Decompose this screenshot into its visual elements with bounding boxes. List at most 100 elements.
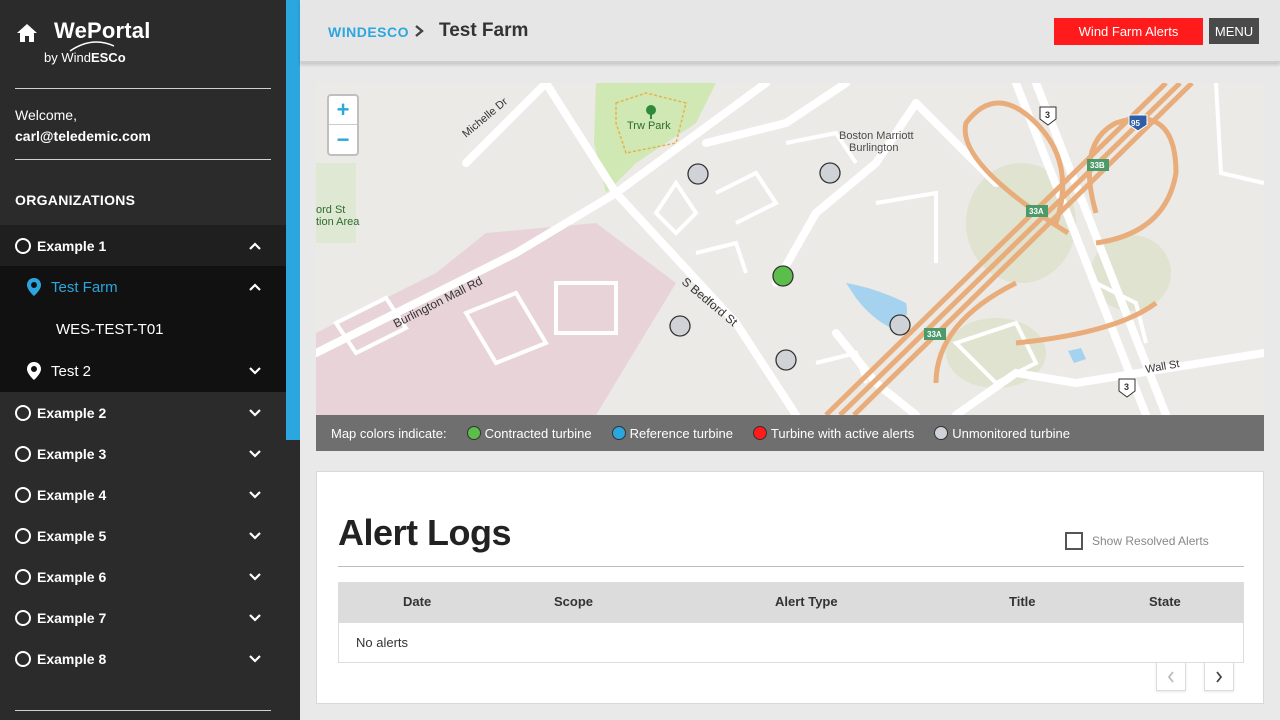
welcome-block: Welcome, carl@teledemic.com [15,105,151,147]
gray-dot-icon [934,426,949,440]
menu-button[interactable]: MENU [1209,18,1259,44]
org-circle-icon [15,650,31,667]
divider [15,88,271,89]
map[interactable]: 33B 33A 33A 3 3 95 Trw Park Boston Marri… [316,83,1264,415]
home-icon[interactable] [16,22,38,44]
alert-logs-title: Alert Logs [338,512,512,553]
sidebar: WePortal by WindESCo Welcome, carl@teled… [0,0,286,720]
legend-item-unmonitored: Unmonitored turbine [934,426,1070,441]
org-circle-icon [15,527,31,544]
org-label: Example 4 [37,486,107,503]
turbine-marker-unmonitored [669,315,691,337]
map-label-area: ord St [316,204,345,216]
chevron-down-icon[interactable] [248,406,262,420]
legend-title: Map colors indicate: [331,425,447,441]
empty-message: No alerts [356,635,409,650]
chevron-down-icon[interactable] [248,652,262,666]
map-label-hotel: Burlington [849,142,899,154]
org-item-example-3[interactable]: Example 3 [0,433,286,474]
breadcrumb-root[interactable]: WINDESCO [328,24,409,40]
organization-list: Example 1 Test Farm WES-TEST-T01 Test 2 … [0,225,286,679]
map-label-road: Michelle Dr [460,96,510,141]
map-label-area: tion Area [316,216,360,228]
show-resolved-label: Show Resolved Alerts [1092,534,1209,548]
legend-label: Reference turbine [629,425,733,441]
org-circle-icon [15,237,31,254]
turbine-label: WES-TEST-T01 [56,320,164,338]
blue-dot-icon [611,426,626,440]
logo-arc-icon [69,41,115,52]
map-label-hotel: Boston Marriott [839,130,914,142]
organizations-heading: ORGANIZATIONS [15,192,136,208]
chevron-down-icon[interactable] [248,447,262,461]
next-page-button[interactable] [1204,662,1234,691]
wind-farm-alerts-button[interactable]: Wind Farm Alerts [1054,18,1203,45]
turbine-marker-contracted [772,265,794,287]
map-legend: Map colors indicate: Contracted turbine … [316,415,1264,451]
map-pin-icon [27,362,41,380]
map-label-park: Trw Park [627,120,671,132]
top-header: WINDESCO Test Farm Wind Farm Alerts MENU [300,0,1280,63]
turbine-marker-unmonitored [775,349,797,371]
legend-label: Contracted turbine [484,425,592,441]
zoom-out-button[interactable]: − [329,125,357,154]
green-dot-icon [466,426,481,440]
previous-page-button[interactable] [1156,662,1186,691]
show-resolved-toggle[interactable]: Show Resolved Alerts [1065,532,1209,550]
org-label: Example 5 [37,527,107,544]
org-label: Example 6 [37,568,107,585]
org-circle-icon [15,404,31,421]
brand: WePortal by WindESCo [16,18,151,65]
farm-label: Test 2 [51,362,92,380]
exit-label-33a: 33A [927,330,942,339]
column-header-title[interactable]: Title [1009,594,1036,609]
chevron-down-icon[interactable] [248,364,262,378]
farm-item-test-farm[interactable]: Test Farm [0,266,286,308]
table-row: No alerts [338,623,1244,663]
breadcrumb-current: Test Farm [439,20,529,41]
chevron-down-icon[interactable] [248,611,262,625]
column-header-date[interactable]: Date [403,594,431,609]
org-label: Example 3 [37,445,107,462]
show-resolved-checkbox[interactable] [1065,532,1083,550]
org-item-example-5[interactable]: Example 5 [0,515,286,556]
alert-logs-panel: Alert Logs Show Resolved Alerts Date Sco… [316,471,1264,704]
chevron-up-icon[interactable] [248,280,262,294]
farm-item-test-2[interactable]: Test 2 [0,350,286,392]
org-circle-icon [15,609,31,626]
org-item-example-1[interactable]: Example 1 [0,225,286,266]
route-shield-95: 95 [1131,119,1140,128]
org-item-example-8[interactable]: Example 8 [0,638,286,679]
table-header: Date Scope Alert Type Title State [338,582,1244,623]
user-email: carl@teledemic.com [15,128,151,144]
turbine-marker-unmonitored [687,163,709,185]
welcome-label: Welcome, [15,107,77,123]
org-item-example-6[interactable]: Example 6 [0,556,286,597]
legend-item-reference: Reference turbine [611,425,733,441]
turbine-item[interactable]: WES-TEST-T01 [0,308,286,350]
org-item-example-4[interactable]: Example 4 [0,474,286,515]
column-header-scope[interactable]: Scope [554,594,593,609]
red-dot-icon [752,426,767,440]
zoom-in-button[interactable]: + [329,96,357,125]
org-item-example-7[interactable]: Example 7 [0,597,286,638]
exit-label-33b: 33B [1090,161,1105,170]
chevron-right-icon [415,25,424,37]
legend-label: Turbine with active alerts [770,425,915,441]
chevron-down-icon[interactable] [248,570,262,584]
chevron-down-icon[interactable] [248,488,262,502]
org-label: Example 8 [37,650,107,667]
chevron-down-icon[interactable] [248,529,262,543]
chevron-up-icon[interactable] [248,239,262,253]
route-shield-3: 3 [1045,110,1050,120]
divider [338,566,1244,567]
column-header-alert-type[interactable]: Alert Type [775,594,838,609]
org-label: Example 7 [37,609,107,626]
farm-label: Test Farm [51,278,118,296]
brand-company: ESCo [90,50,126,65]
org-item-example-2[interactable]: Example 2 [0,392,286,433]
legend-item-contracted: Contracted turbine [466,425,592,441]
sidebar-gutter [286,440,300,720]
divider [15,159,271,160]
column-header-state[interactable]: State [1149,594,1181,609]
